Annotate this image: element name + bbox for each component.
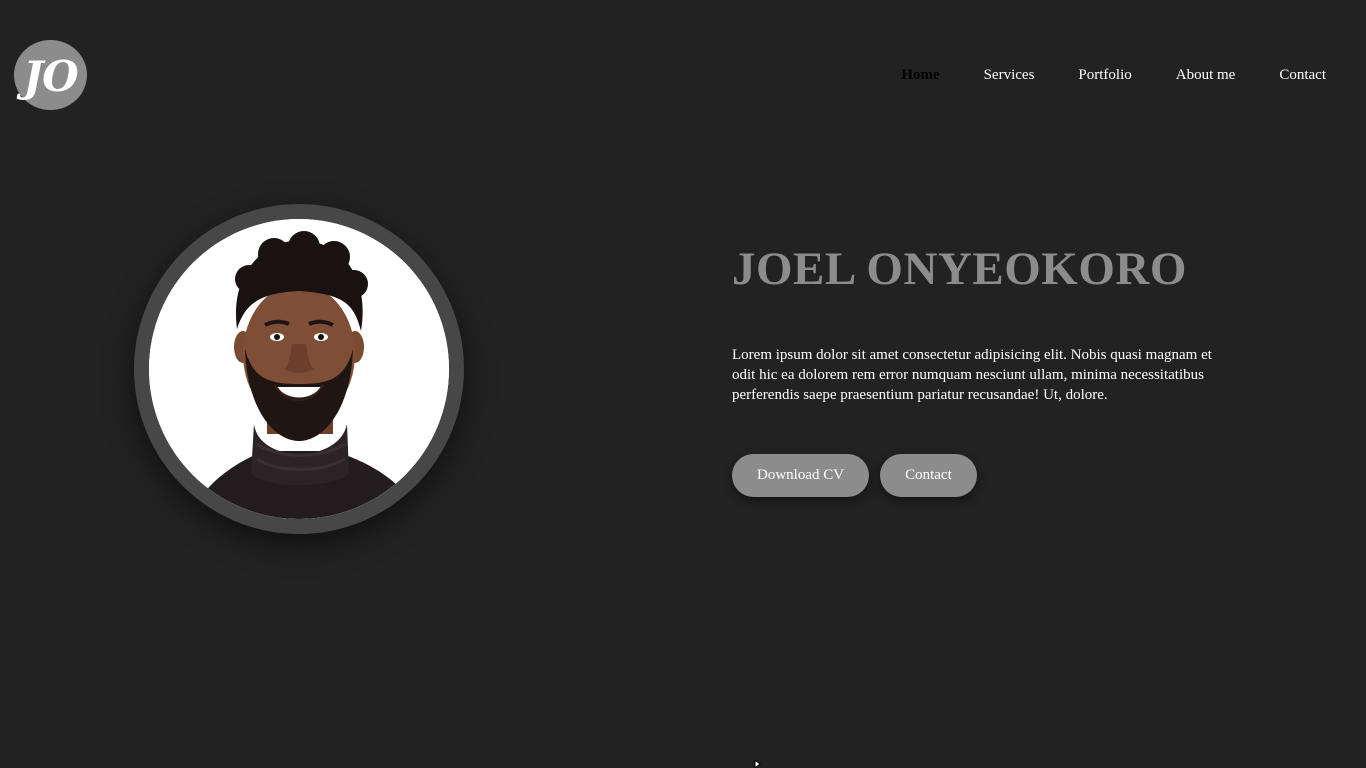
main-nav: Home Services Portfolio About me Contact <box>901 66 1326 84</box>
profile-photo <box>149 219 449 519</box>
hero-bio: Lorem ipsum dolor sit amet consectetur a… <box>732 347 1212 403</box>
logo[interactable]: JO <box>14 40 87 110</box>
hero-actions: Download CV Contact <box>732 454 977 497</box>
profile-photo-frame <box>134 204 464 534</box>
logo-text: JO <box>23 51 78 101</box>
page: JO Home Services Portfolio About me Cont… <box>0 0 1366 768</box>
nav-item-portfolio[interactable]: Portfolio <box>1078 66 1131 84</box>
hero-name: JOEL ONYEOKORO <box>732 243 1187 295</box>
contact-button[interactable]: Contact <box>880 454 977 497</box>
download-cv-button[interactable]: Download CV <box>732 454 870 497</box>
nav-item-services[interactable]: Services <box>984 66 1035 84</box>
nav-item-home[interactable]: Home <box>901 66 939 84</box>
nav-item-contact[interactable]: Contact <box>1279 66 1326 84</box>
mouse-cursor-icon <box>754 760 761 768</box>
nav-item-about-me[interactable]: About me <box>1176 66 1236 84</box>
